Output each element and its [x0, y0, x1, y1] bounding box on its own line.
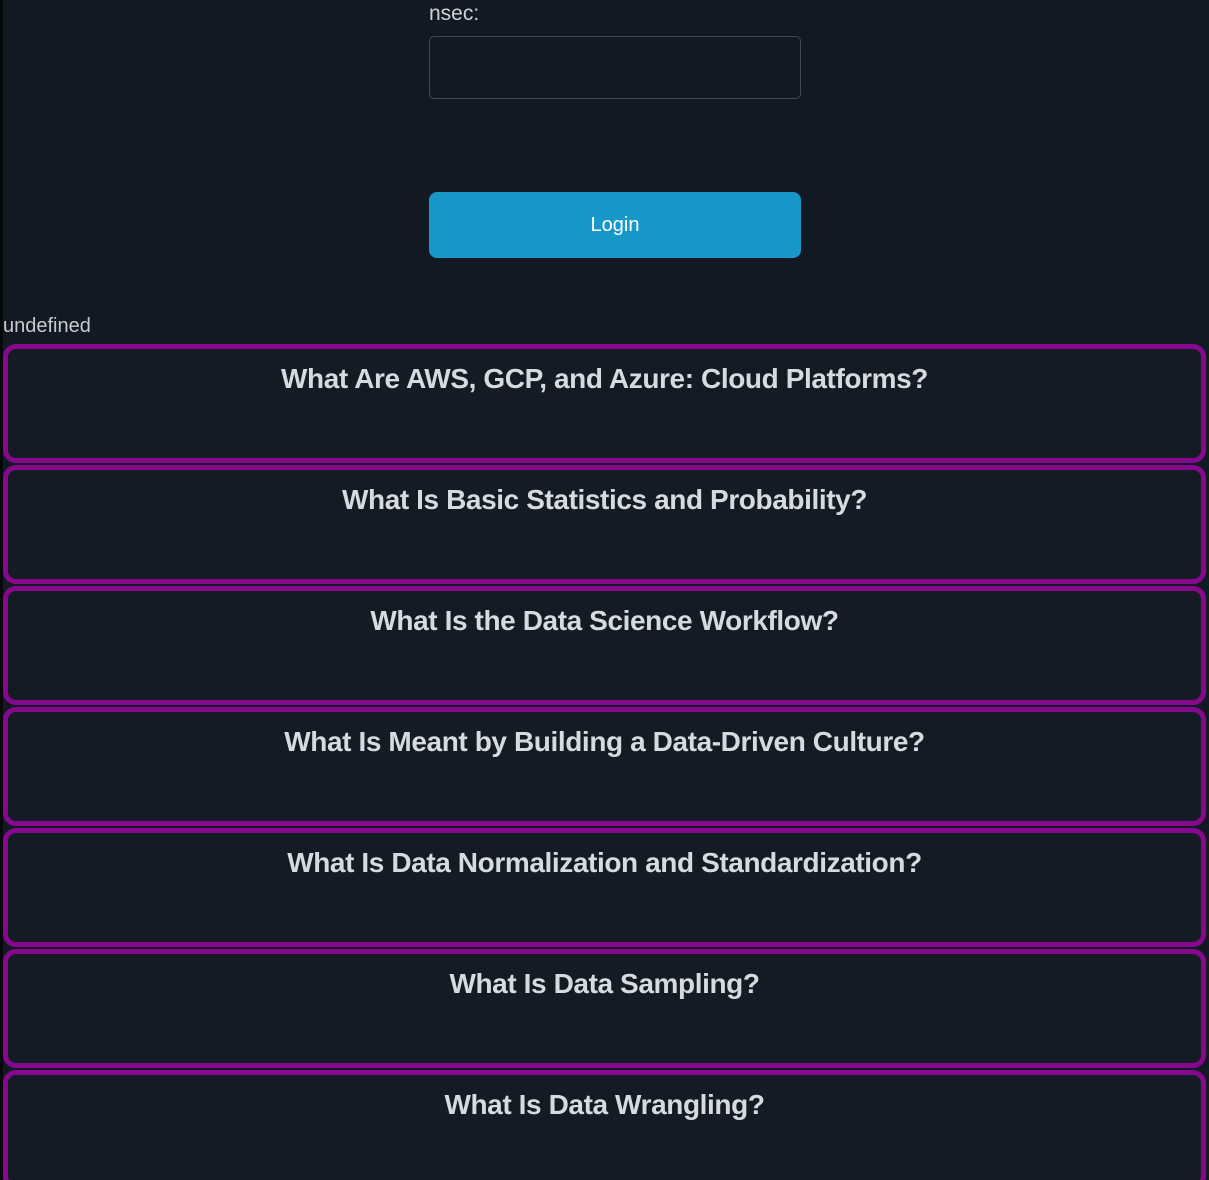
question-card[interactable]: What Is Meant by Building a Data-Driven …: [3, 707, 1206, 826]
question-card-title: What Is Data Normalization and Standardi…: [8, 847, 1201, 879]
question-card-title: What Is Basic Statistics and Probability…: [8, 484, 1201, 516]
nsec-label: nsec:: [429, 1, 801, 26]
question-card[interactable]: What Is Data Wrangling?: [3, 1070, 1206, 1180]
question-card[interactable]: What Are AWS, GCP, and Azure: Cloud Plat…: [3, 344, 1206, 463]
nsec-input[interactable]: [429, 36, 801, 99]
question-card[interactable]: What Is Data Sampling?: [3, 949, 1206, 1068]
question-card-title: What Is Data Sampling?: [8, 968, 1201, 1000]
question-card-title: What Is the Data Science Workflow?: [8, 605, 1201, 637]
page-left-edge: [0, 0, 3, 1180]
question-card[interactable]: What Is the Data Science Workflow?: [3, 586, 1206, 705]
question-card[interactable]: What Is Data Normalization and Standardi…: [3, 828, 1206, 947]
question-card[interactable]: What Is Basic Statistics and Probability…: [3, 465, 1206, 584]
login-form: nsec: Login: [429, 0, 801, 258]
status-text: undefined: [3, 315, 1209, 338]
question-card-title: What Is Data Wrangling?: [8, 1089, 1201, 1121]
question-card-title: What Is Meant by Building a Data-Driven …: [8, 726, 1201, 758]
question-card-title: What Are AWS, GCP, and Azure: Cloud Plat…: [8, 363, 1201, 395]
question-card-list: What Are AWS, GCP, and Azure: Cloud Plat…: [0, 344, 1209, 1180]
login-button[interactable]: Login: [429, 192, 801, 258]
